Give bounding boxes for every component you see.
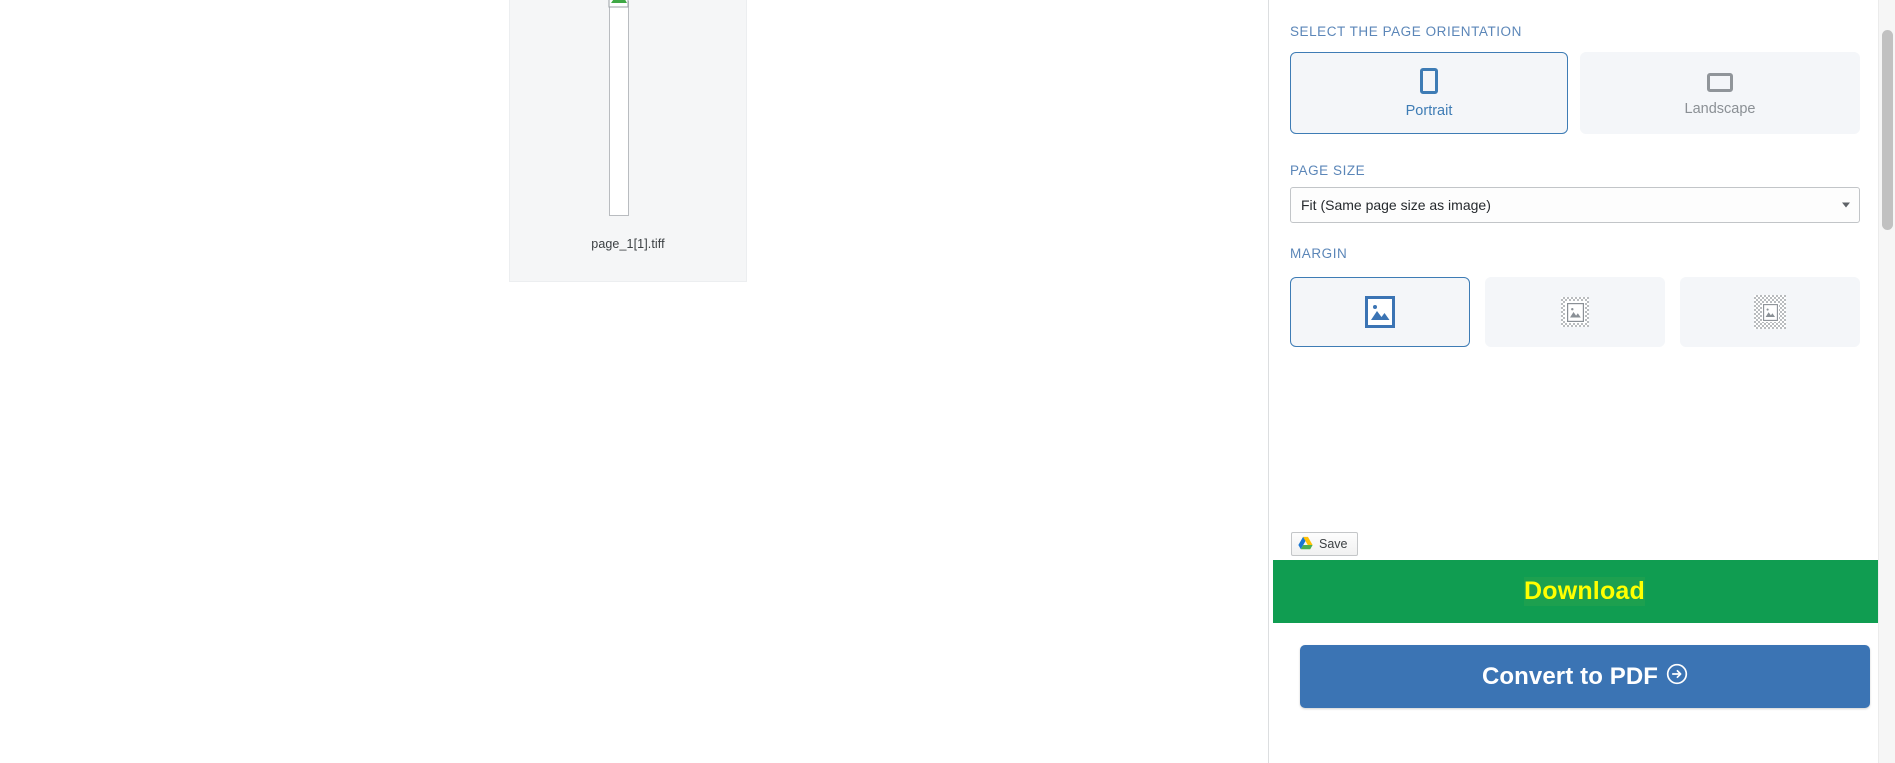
download-button-label: Download: [1523, 577, 1646, 606]
arrow-circle-right-icon: [1666, 663, 1688, 690]
margin-option-small[interactable]: [1485, 277, 1665, 347]
options-scroll-region: SELECT THE PAGE ORIENTATION Portrait Lan…: [1269, 0, 1878, 405]
convert-to-pdf-button[interactable]: Convert to PDF: [1300, 645, 1870, 708]
margin-option-big[interactable]: [1680, 277, 1860, 347]
orientation-option-landscape[interactable]: Landscape: [1580, 52, 1860, 134]
portrait-page-icon: [1420, 67, 1438, 94]
image-small-margin-icon: [1561, 297, 1589, 327]
image-workspace: page_1[1].tiff: [0, 0, 1268, 763]
page-scrollbar-thumb[interactable]: [1882, 30, 1893, 230]
page-size-section-label: PAGE SIZE: [1290, 163, 1366, 178]
orientation-option-portrait-label: Portrait: [1405, 102, 1453, 119]
margin-option-none[interactable]: [1290, 277, 1470, 347]
thumbnail-filename: page_1[1].tiff: [591, 237, 665, 251]
broken-image-icon: [606, 0, 632, 9]
options-panel: SELECT THE PAGE ORIENTATION Portrait Lan…: [1268, 0, 1895, 763]
image-big-margin-icon: [1754, 295, 1786, 329]
margin-section-label: MARGIN: [1290, 246, 1348, 261]
save-to-drive-label: Save: [1319, 537, 1348, 551]
orientation-options: Portrait Landscape: [1290, 52, 1860, 134]
convert-to-pdf-label: Convert to PDF: [1481, 662, 1659, 690]
orientation-option-portrait[interactable]: Portrait: [1290, 52, 1568, 134]
save-to-drive-button[interactable]: Save: [1291, 532, 1358, 556]
page-thumbnail-frame: [609, 1, 629, 216]
google-drive-icon: [1298, 536, 1313, 553]
page-size-select[interactable]: Fit (Same page size as image): [1290, 187, 1860, 223]
convert-section: Convert to PDF: [1273, 623, 1895, 745]
orientation-option-landscape-label: Landscape: [1684, 101, 1756, 117]
orientation-section-label: SELECT THE PAGE ORIENTATION: [1290, 24, 1522, 39]
chevron-down-icon: [1842, 202, 1850, 208]
landscape-page-icon: [1707, 73, 1733, 92]
download-button[interactable]: Download: [1273, 560, 1895, 623]
margin-options: [1290, 277, 1860, 347]
image-no-margin-icon: [1365, 296, 1395, 328]
page-size-select-value: Fit (Same page size as image): [1301, 197, 1491, 213]
page-scrollbar[interactable]: [1878, 0, 1895, 763]
page-thumbnail-card[interactable]: page_1[1].tiff: [509, 0, 747, 282]
app-screen: page_1[1].tiff SELECT THE PAGE ORIENTATI…: [0, 0, 1895, 763]
